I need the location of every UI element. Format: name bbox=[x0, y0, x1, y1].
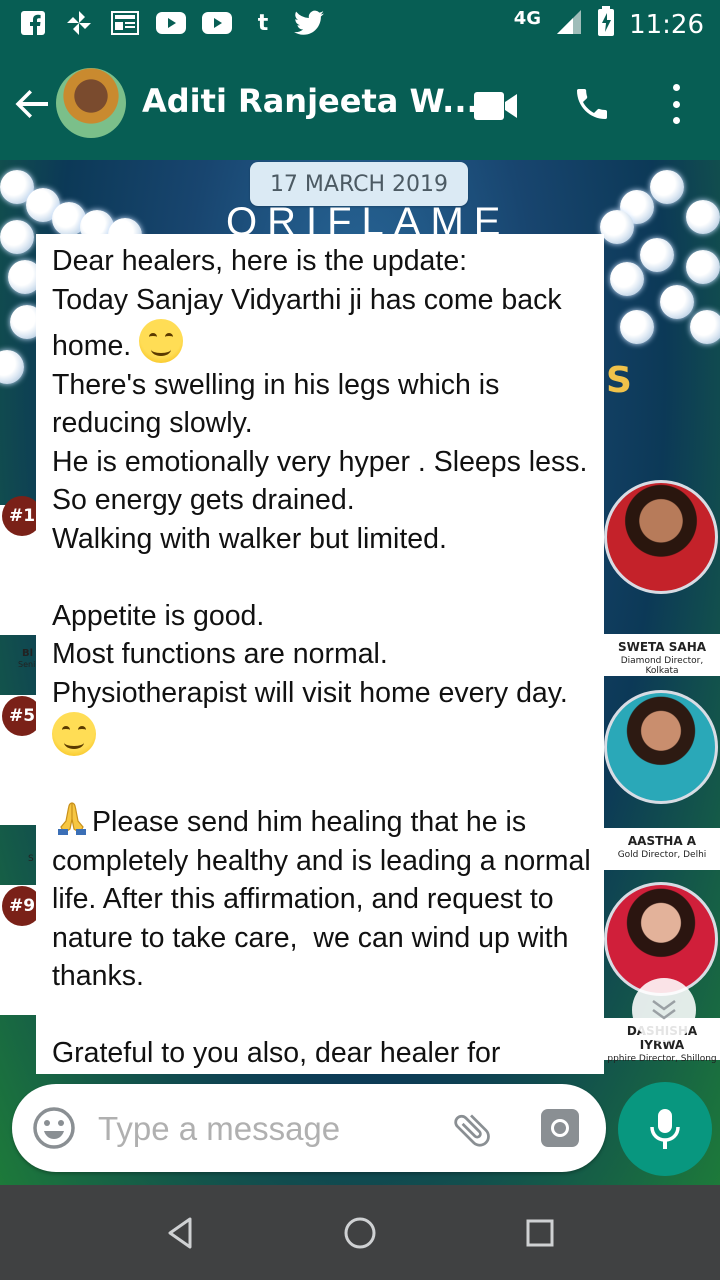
message-text-part-1: Dear healers, here is the update: Today … bbox=[52, 245, 562, 362]
contact-avatar[interactable] bbox=[56, 68, 126, 138]
smiling-face-emoji-icon bbox=[52, 712, 96, 756]
recents-nav-icon[interactable] bbox=[520, 1213, 560, 1253]
scroll-down-button[interactable] bbox=[632, 978, 696, 1042]
twitter-icon bbox=[294, 8, 324, 38]
camera-icon[interactable] bbox=[540, 1108, 580, 1152]
home-nav-icon[interactable] bbox=[340, 1213, 380, 1253]
person-photo bbox=[604, 480, 718, 594]
facebook-icon bbox=[18, 8, 48, 38]
microphone-icon bbox=[650, 1109, 680, 1149]
youtube-icon bbox=[156, 8, 186, 38]
clock: 11:26 bbox=[629, 9, 704, 40]
message-input[interactable] bbox=[96, 1102, 430, 1156]
person-photo bbox=[604, 690, 718, 804]
message-text: Dear healers, here is the update: Today … bbox=[52, 242, 592, 1073]
date-label: 17 MARCH 2019 bbox=[250, 162, 468, 206]
message-text-part-3: Please send him healing that he is compl… bbox=[52, 806, 591, 1069]
tumblr-icon: t bbox=[257, 10, 269, 36]
youtube-icon bbox=[202, 8, 232, 38]
video-call-icon[interactable] bbox=[474, 92, 518, 124]
folded-hands-emoji-icon bbox=[52, 797, 92, 837]
battery-icon bbox=[597, 6, 615, 43]
person-card: AASTHA A Gold Director, Delhi bbox=[604, 828, 720, 870]
voice-message-button[interactable] bbox=[618, 1082, 712, 1176]
person-card: SWETA SAHA Diamond Director, Kolkata bbox=[604, 634, 720, 676]
attach-icon[interactable] bbox=[450, 1108, 494, 1156]
chevron-down-icon bbox=[652, 999, 676, 1020]
signal-icon bbox=[555, 8, 583, 41]
chat-header: Aditi Ranjeeta W... bbox=[0, 48, 720, 160]
system-nav-bar bbox=[0, 1185, 720, 1280]
message-composer bbox=[12, 1084, 606, 1172]
emoji-icon[interactable] bbox=[32, 1106, 76, 1154]
smiling-face-emoji-icon bbox=[139, 319, 184, 363]
pinwheel-icon bbox=[64, 8, 94, 38]
phone-icon[interactable] bbox=[572, 84, 612, 128]
contact-name[interactable]: Aditi Ranjeeta W... bbox=[142, 82, 479, 120]
message-bubble[interactable]: Dear healers, here is the update: Today … bbox=[36, 234, 604, 1074]
network-type: 4G bbox=[513, 8, 542, 29]
message-text-part-2: There's swelling in his legs which is re… bbox=[52, 368, 588, 709]
notification-icons: t bbox=[18, 8, 324, 38]
back-nav-icon[interactable] bbox=[162, 1213, 202, 1253]
status-bar: t 4G 11:26 bbox=[0, 0, 720, 48]
back-arrow-icon[interactable] bbox=[14, 86, 50, 122]
more-options-icon[interactable] bbox=[668, 84, 684, 124]
banner-letter: S bbox=[606, 360, 632, 401]
news-icon bbox=[110, 8, 140, 38]
